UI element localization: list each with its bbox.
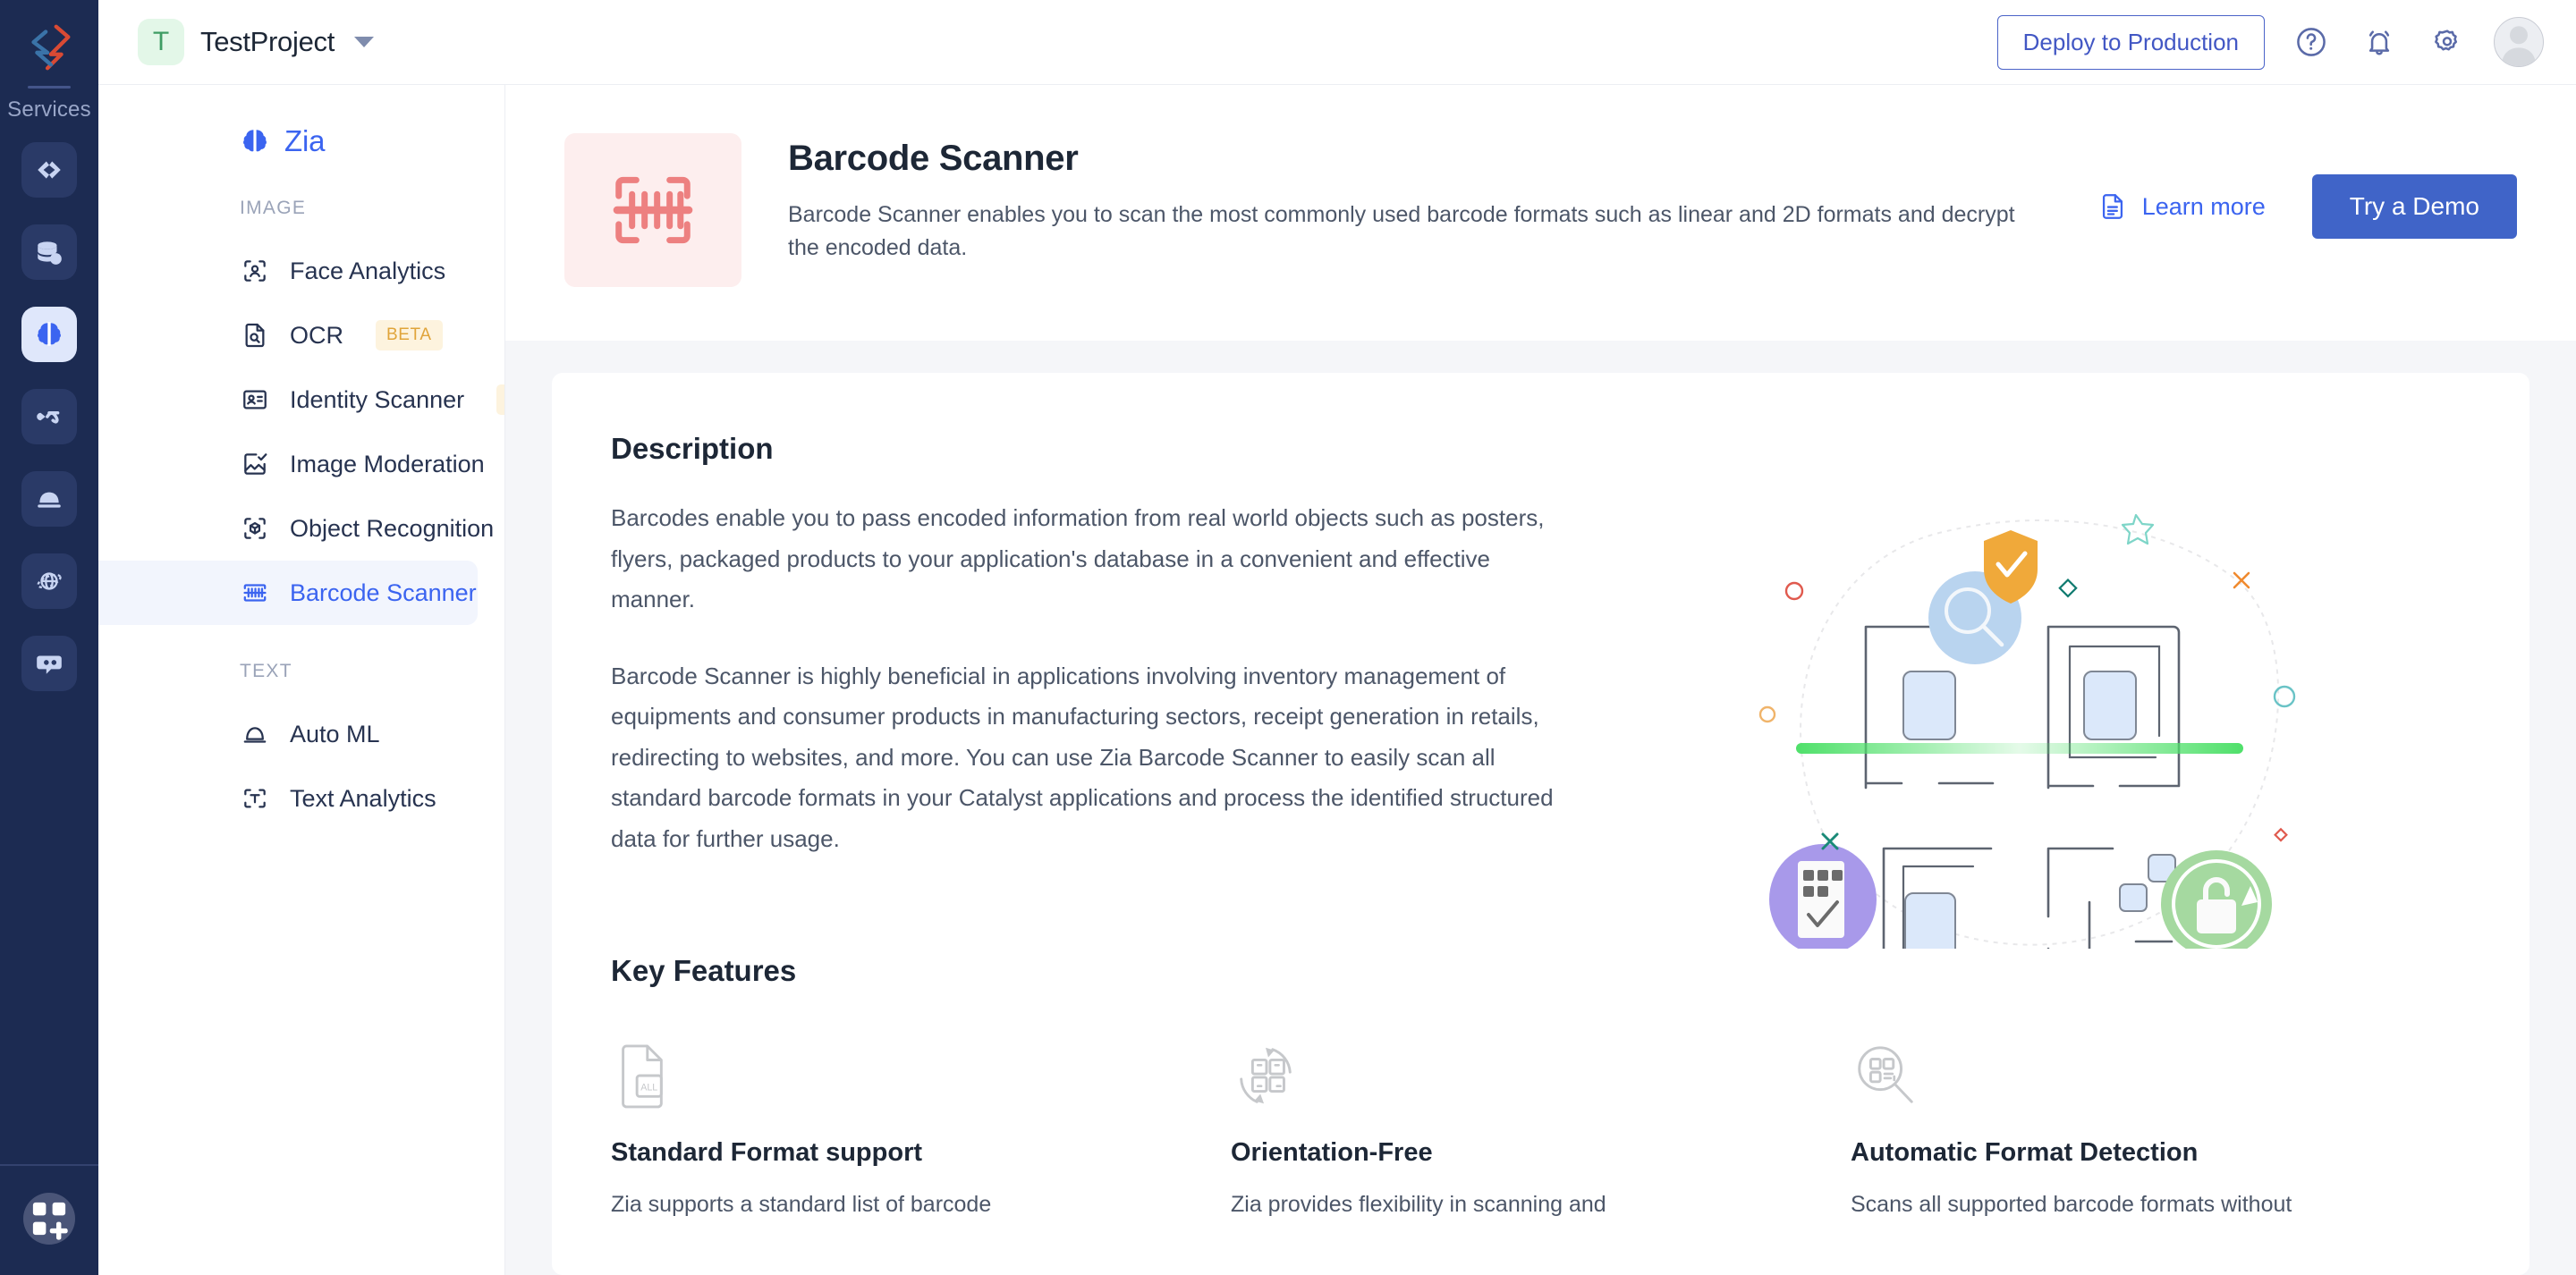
rail-item-circuits[interactable] bbox=[21, 389, 77, 444]
learn-more-link[interactable]: Learn more bbox=[2097, 191, 2266, 222]
gear-icon[interactable] bbox=[2426, 21, 2469, 63]
zia-brain-icon bbox=[243, 129, 267, 153]
document-lines-icon bbox=[2102, 194, 2123, 219]
rail-item-ml[interactable] bbox=[21, 471, 77, 527]
qr-magnifier-icon bbox=[1851, 1031, 2470, 1111]
sidebar-item-auto-ml[interactable]: Auto ML bbox=[98, 702, 478, 766]
key-features-section: Key Features ALL Standard Format support… bbox=[611, 954, 2470, 1222]
sidebar-item-image-moderation[interactable]: Image Moderation bbox=[98, 432, 485, 496]
rail-bottom-divider bbox=[0, 1164, 98, 1166]
sidebar-group-label-text: TEXT bbox=[240, 661, 292, 681]
sidebar-group-label-image: IMAGE bbox=[240, 198, 307, 218]
barcode-icon bbox=[240, 578, 270, 608]
service-hero: Barcode Scanner Barcode Scanner enables … bbox=[505, 85, 2576, 341]
feature-title: Standard Format support bbox=[611, 1138, 923, 1167]
deploy-to-production-button[interactable]: Deploy to Production bbox=[1996, 14, 2265, 70]
face-scan-icon bbox=[240, 256, 270, 286]
right-column: T TestProject Deploy to Production Zia I… bbox=[98, 0, 2576, 1275]
sidebar-item-label: Auto ML bbox=[290, 720, 380, 747]
page-title: Barcode Scanner bbox=[788, 139, 1079, 178]
hero-action-group: Learn more Try a Demo bbox=[2097, 133, 2517, 239]
description-text-column: Description Barcodes enable you to pass … bbox=[611, 432, 1559, 949]
description-paragraph-1: Barcodes enable you to pass encoded info… bbox=[611, 504, 1545, 612]
sidebar-item-label: Image Moderation bbox=[290, 450, 485, 477]
rail-item-functions[interactable] bbox=[21, 142, 77, 198]
chevron-down-icon bbox=[354, 37, 375, 47]
sidebar-item-label: Face Analytics bbox=[290, 257, 446, 284]
feature-card: ALL Standard Format support Zia supports… bbox=[611, 1031, 1231, 1222]
left-icon-rail: Services bbox=[0, 0, 98, 1275]
help-icon[interactable] bbox=[2290, 21, 2333, 63]
sidebar-item-identity-scanner[interactable]: Identity Scanner BETA bbox=[98, 367, 504, 432]
top-header-bar: T TestProject Deploy to Production bbox=[98, 0, 2576, 85]
automl-dome-icon bbox=[240, 719, 270, 749]
sidebar-item-label: Barcode Scanner bbox=[290, 578, 477, 606]
key-features-heading: Key Features bbox=[611, 954, 797, 987]
svg-text:ALL: ALL bbox=[640, 1083, 657, 1093]
add-service-button[interactable] bbox=[23, 1193, 75, 1245]
rail-bottom-section bbox=[0, 1164, 98, 1275]
key-features-grid: ALL Standard Format support Zia supports… bbox=[611, 1031, 2470, 1222]
hero-text-block: Barcode Scanner Barcode Scanner enables … bbox=[788, 133, 2051, 265]
sidebar-item-ocr[interactable]: OCR BETA bbox=[98, 303, 478, 367]
body-row: Zia IMAGE Face Analytics OCR BETA Identi… bbox=[98, 85, 2576, 1275]
catalyst-logo bbox=[21, 20, 77, 75]
sidebar-item-barcode-scanner[interactable]: Barcode Scanner bbox=[98, 561, 478, 625]
rail-item-list bbox=[0, 142, 98, 691]
feature-description: Scans all supported barcode formats with… bbox=[1851, 1192, 2292, 1217]
user-avatar[interactable] bbox=[2494, 17, 2544, 67]
rail-item-datastore[interactable] bbox=[21, 224, 77, 280]
sidebar-item-object-recognition[interactable]: Object Recognition bbox=[98, 496, 494, 561]
rail-item-web[interactable] bbox=[21, 553, 77, 609]
beta-badge: BETA bbox=[376, 320, 443, 350]
image-check-icon bbox=[240, 449, 270, 479]
hero-description: Barcode Scanner enables you to scan the … bbox=[788, 202, 2015, 260]
barcode-scan-icon bbox=[564, 133, 741, 287]
sidebar-item-label: Identity Scanner bbox=[290, 385, 465, 413]
sidebar-item-label: OCR bbox=[290, 321, 343, 349]
main-content: Barcode Scanner Barcode Scanner enables … bbox=[505, 85, 2576, 1275]
rail-divider bbox=[28, 86, 71, 89]
feature-card: Orientation-Free Zia provides flexibilit… bbox=[1231, 1031, 1851, 1222]
try-a-demo-button[interactable]: Try a Demo bbox=[2311, 174, 2517, 239]
all-formats-document-icon: ALL bbox=[611, 1031, 1231, 1111]
project-switcher[interactable]: T TestProject bbox=[138, 19, 375, 65]
app-root: Services T TestProject Deploy to Product… bbox=[0, 0, 2576, 1275]
content-card: Description Barcodes enable you to pass … bbox=[552, 373, 2529, 1275]
sidebar-item-face-analytics[interactable]: Face Analytics bbox=[98, 239, 478, 303]
description-heading: Description bbox=[611, 432, 774, 465]
feature-title: Automatic Format Detection bbox=[1851, 1138, 2199, 1167]
description-row: Description Barcodes enable you to pass … bbox=[611, 432, 2470, 949]
sidebar-item-label: Object Recognition bbox=[290, 514, 495, 542]
rotate-qr-icon bbox=[1231, 1031, 1851, 1111]
cube-scan-icon bbox=[240, 513, 270, 544]
rail-item-zia[interactable] bbox=[21, 307, 98, 362]
project-initial-avatar: T bbox=[138, 19, 184, 65]
rail-services-label: Services bbox=[7, 97, 91, 122]
header-actions: Deploy to Production bbox=[1996, 14, 2544, 70]
beta-badge: BETA bbox=[496, 384, 504, 415]
project-name: TestProject bbox=[200, 26, 335, 57]
description-paragraph-2: Barcode Scanner is highly beneficial in … bbox=[611, 662, 1554, 852]
rail-item-chat[interactable] bbox=[21, 636, 77, 691]
sidebar-header: Zia bbox=[98, 124, 504, 158]
learn-more-label: Learn more bbox=[2141, 192, 2266, 220]
text-frame-icon bbox=[240, 783, 270, 814]
sidebar-item-text-analytics[interactable]: Text Analytics bbox=[98, 766, 478, 831]
feature-card: Automatic Format Detection Scans all sup… bbox=[1851, 1031, 2470, 1222]
feature-description: Zia provides flexibility in scanning and bbox=[1231, 1192, 1606, 1217]
notification-bell-icon[interactable] bbox=[2358, 21, 2401, 63]
sidebar-title: Zia bbox=[284, 124, 326, 157]
feature-title: Orientation-Free bbox=[1231, 1138, 1433, 1167]
id-card-icon bbox=[240, 384, 270, 415]
barcode-scanning-illustration bbox=[1586, 432, 2470, 949]
document-search-icon bbox=[240, 320, 270, 350]
zia-sidebar: Zia IMAGE Face Analytics OCR BETA Identi… bbox=[98, 85, 505, 1275]
sidebar-item-label: Text Analytics bbox=[290, 784, 436, 812]
feature-description: Zia supports a standard list of barcode bbox=[611, 1192, 992, 1217]
